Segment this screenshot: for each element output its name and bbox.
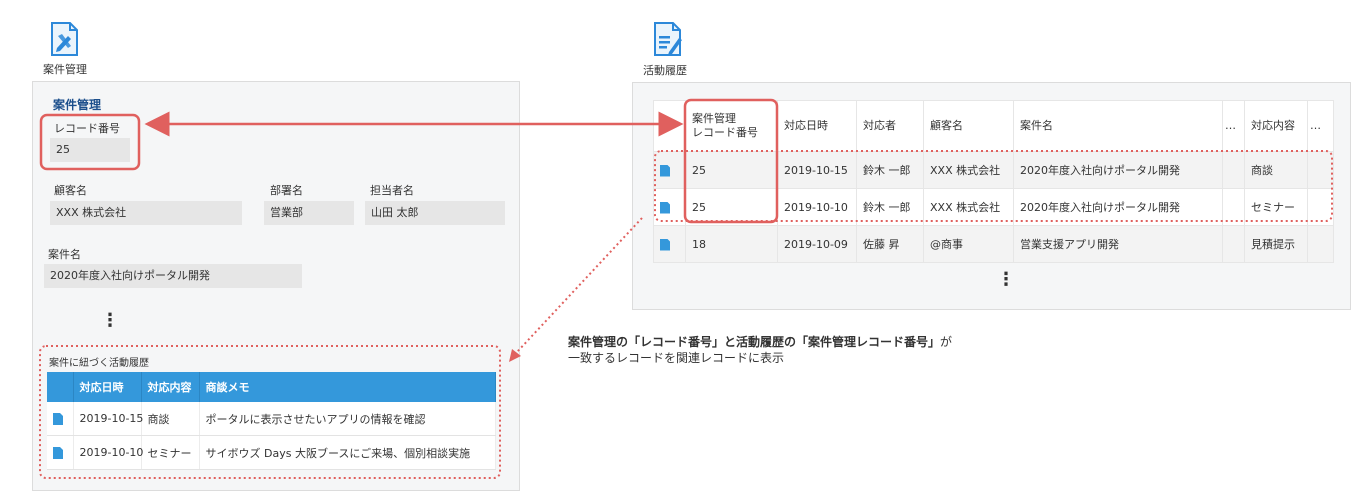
list-cell-empty bbox=[1307, 225, 1334, 263]
list-header-record-number[interactable]: 案件管理 レコード番号 bbox=[685, 100, 778, 152]
list-cell-date: 2019-10-09 bbox=[777, 225, 857, 263]
form-title: 案件管理 bbox=[53, 98, 102, 112]
list-cell-customer: XXX 株式会社 bbox=[923, 188, 1014, 226]
list-header-record-number-line2: レコード番号 bbox=[692, 126, 758, 139]
list-header-record-number-line1: 案件管理 bbox=[692, 112, 736, 126]
list-header-content[interactable]: 対応内容 bbox=[1244, 100, 1308, 152]
left-app-label: 案件管理 bbox=[43, 63, 87, 76]
related-cell-date: 2019-10-10 bbox=[73, 435, 143, 470]
callout-suffix: が bbox=[940, 335, 953, 349]
list-cell-project: 2020年度入社向けポータル開発 bbox=[1013, 188, 1223, 226]
department-label: 部署名 bbox=[270, 184, 303, 197]
related-records-title: 案件に紐づく活動履歴 bbox=[49, 358, 149, 369]
list-cell-record-number: 25 bbox=[685, 188, 778, 226]
list-header-icon bbox=[653, 100, 686, 152]
list-cell-handler: 鈴木 一郎 bbox=[856, 151, 924, 189]
right-app-label: 活動履歴 bbox=[643, 64, 687, 77]
callout-line2: 一致するレコードを関連レコードに表示 bbox=[568, 351, 785, 365]
list-header-handler[interactable]: 対応者 bbox=[856, 100, 924, 152]
list-cell-date: 2019-10-10 bbox=[777, 188, 857, 226]
related-records-arrow bbox=[516, 217, 643, 353]
list-header-customer[interactable]: 顧客名 bbox=[923, 100, 1014, 152]
related-header-type: 対応内容 bbox=[141, 372, 200, 402]
record-number-field: 25 bbox=[50, 138, 130, 162]
list-cell-content: 見積提示 bbox=[1244, 225, 1308, 263]
list-cell-content: セミナー bbox=[1244, 188, 1308, 226]
contact-field: 山田 太郎 bbox=[365, 201, 505, 225]
list-cell-record-number: 25 bbox=[685, 151, 778, 189]
record-number-label: レコード番号 bbox=[54, 122, 120, 135]
related-cell-memo: ポータルに表示させたいアプリの情報を確認 bbox=[199, 402, 496, 436]
related-cell-date: 2019-10-15 bbox=[73, 402, 143, 436]
list-cell-empty bbox=[1222, 188, 1245, 226]
list-row[interactable]: 18 2019-10-09 佐藤 昇 @商事 営業支援アプリ開発 見積提示 bbox=[653, 225, 1334, 263]
activity-list-table: 案件管理 レコード番号 対応日時 対応者 顧客名 案件名 … 対応内容 … 25… bbox=[653, 100, 1334, 263]
more-fields-indicator: ⋮ bbox=[101, 310, 119, 331]
customer-field: XXX 株式会社 bbox=[50, 201, 242, 225]
explanation-callout: 案件管理の「レコード番号」と活動履歴の「案件管理レコード番号」が 一致するレコー… bbox=[568, 334, 952, 366]
document-icon[interactable] bbox=[53, 413, 63, 425]
related-header-date: 対応日時 bbox=[73, 372, 142, 402]
project-label: 案件名 bbox=[48, 248, 81, 261]
document-icon[interactable] bbox=[660, 238, 670, 251]
contact-label: 担当者名 bbox=[370, 184, 414, 197]
related-cell-memo: サイボウズ Days 大阪ブースにご来場、個別相談実施 bbox=[199, 435, 496, 470]
project-field: 2020年度入社向けポータル開発 bbox=[44, 264, 302, 288]
list-cell-project: 2020年度入社向けポータル開発 bbox=[1013, 151, 1223, 189]
list-cell-customer: @商事 bbox=[923, 225, 1014, 263]
list-header-ellipsis: … bbox=[1222, 100, 1245, 152]
list-cell-date: 2019-10-15 bbox=[777, 151, 857, 189]
list-header-ellipsis: … bbox=[1307, 100, 1334, 152]
callout-emphasis: 案件管理の「レコード番号」と活動履歴の「案件管理レコード番号」 bbox=[568, 335, 941, 349]
related-records-table: 対応日時 対応内容 商談メモ 2019-10-15 商談 ポータルに表示させたい… bbox=[47, 372, 496, 470]
list-cell-record-number: 18 bbox=[685, 225, 778, 263]
activity-history-icon bbox=[654, 22, 682, 56]
list-cell-empty bbox=[1222, 151, 1245, 189]
document-icon[interactable] bbox=[660, 201, 670, 214]
list-cell-project: 営業支援アプリ開発 bbox=[1013, 225, 1223, 263]
list-header-project[interactable]: 案件名 bbox=[1013, 100, 1223, 152]
list-row[interactable]: 25 2019-10-15 鈴木 一郎 XXX 株式会社 2020年度入社向けポ… bbox=[653, 151, 1334, 189]
list-cell-content: 商談 bbox=[1244, 151, 1308, 189]
list-cell-empty bbox=[1307, 151, 1334, 189]
document-icon[interactable] bbox=[53, 447, 63, 459]
related-header-icon bbox=[47, 372, 74, 402]
project-management-icon bbox=[51, 22, 78, 56]
list-cell-handler: 佐藤 昇 bbox=[856, 225, 924, 263]
list-cell-handler: 鈴木 一郎 bbox=[856, 188, 924, 226]
document-icon[interactable] bbox=[660, 164, 670, 177]
customer-label: 顧客名 bbox=[54, 184, 87, 197]
related-cell-type: 商談 bbox=[141, 402, 200, 436]
list-cell-empty bbox=[1222, 225, 1245, 263]
related-header-memo: 商談メモ bbox=[199, 372, 496, 402]
more-records-indicator: ⋮ bbox=[997, 269, 1015, 290]
department-field: 営業部 bbox=[264, 201, 354, 225]
related-row: 2019-10-10 セミナー サイボウズ Days 大阪ブースにご来場、個別相… bbox=[47, 435, 496, 470]
related-cell-type: セミナー bbox=[141, 435, 200, 470]
list-cell-empty bbox=[1307, 188, 1334, 226]
list-row[interactable]: 25 2019-10-10 鈴木 一郎 XXX 株式会社 2020年度入社向けポ… bbox=[653, 188, 1334, 226]
list-cell-customer: XXX 株式会社 bbox=[923, 151, 1014, 189]
related-row: 2019-10-15 商談 ポータルに表示させたいアプリの情報を確認 bbox=[47, 402, 496, 436]
list-header-date[interactable]: 対応日時 bbox=[777, 100, 857, 152]
